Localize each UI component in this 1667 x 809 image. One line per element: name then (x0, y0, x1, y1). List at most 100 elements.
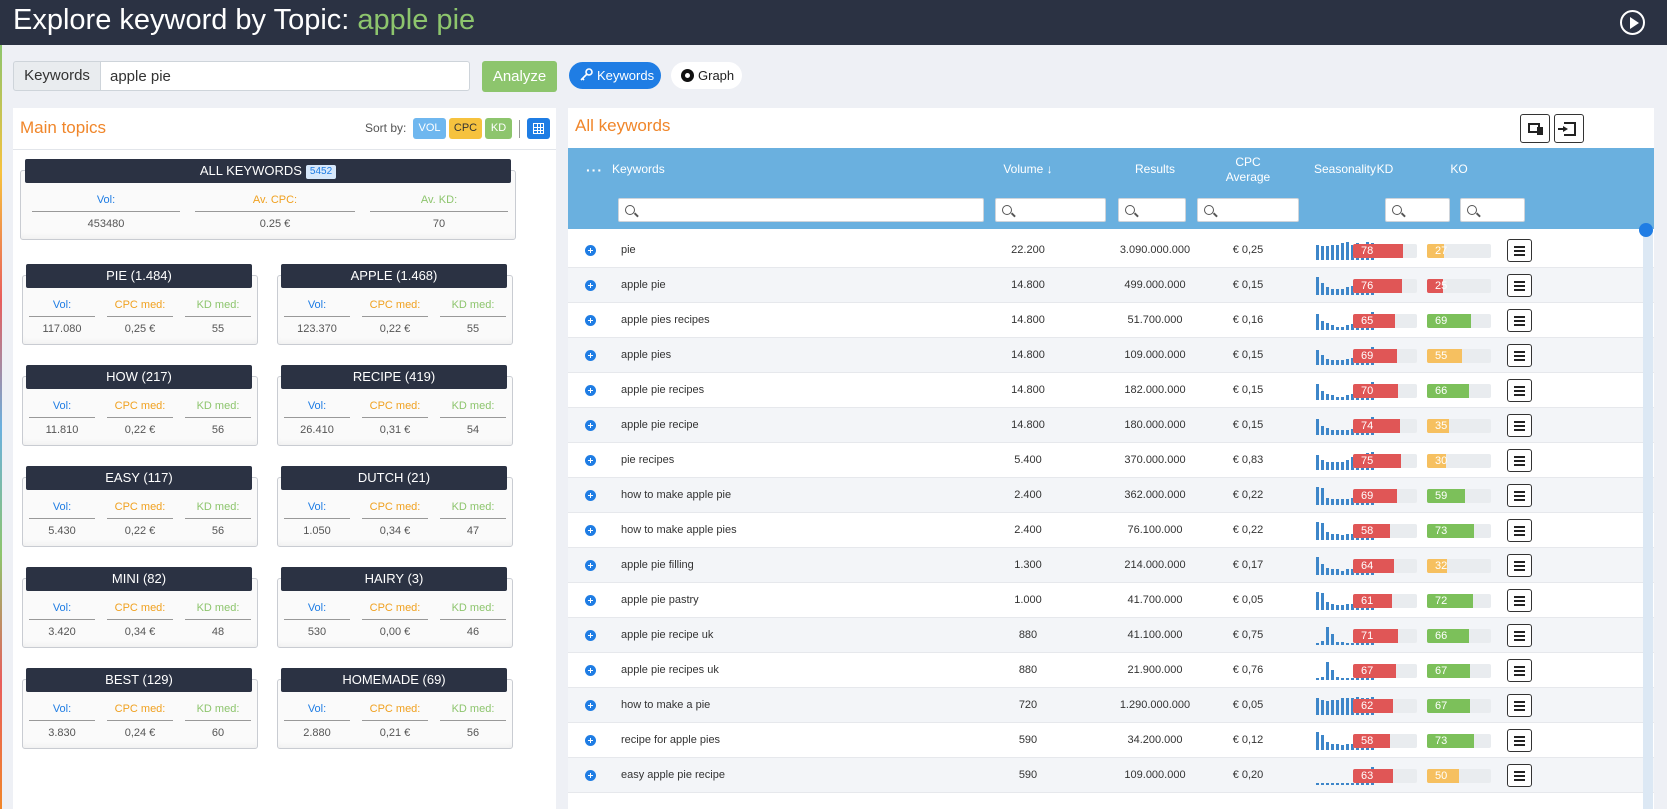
table-row[interactable]: pie recipes 5.400 370.000.000 € 0,83 75 30 (568, 443, 1654, 478)
expand-row-icon[interactable] (585, 385, 596, 396)
keywords-input[interactable] (100, 61, 470, 91)
table-row[interactable]: how to make apple pie 2.400 362.000.000 € 0… (568, 478, 1654, 513)
ko-filter-input[interactable] (1460, 198, 1525, 222)
row-menu-button[interactable] (1507, 344, 1532, 367)
expand-row-icon[interactable] (585, 560, 596, 571)
row-menu-button[interactable] (1507, 519, 1532, 542)
row-menu-button[interactable] (1507, 729, 1532, 752)
topic-card[interactable]: RECIPE (419) Vol: 26.410 CPC med: 0,31 € KD m… (277, 365, 513, 446)
graph-view-toggle[interactable]: Graph (671, 62, 742, 89)
sort-kd-button[interactable]: KD (485, 118, 512, 139)
keyword-cell[interactable]: apple pie recipe uk (621, 629, 713, 641)
expand-row-icon[interactable] (585, 595, 596, 606)
keyword-cell[interactable]: apple pies recipes (621, 314, 710, 326)
expand-row-icon[interactable] (585, 315, 596, 326)
column-results[interactable]: Results (1110, 162, 1200, 176)
table-scrollbar-thumb[interactable] (1639, 223, 1653, 237)
row-menu-button[interactable] (1507, 589, 1532, 612)
results-filter-input[interactable] (1118, 198, 1186, 222)
table-scrollbar[interactable] (1643, 228, 1653, 809)
row-menu-button[interactable] (1507, 379, 1532, 402)
expand-row-icon[interactable] (585, 245, 596, 256)
column-cpc-average[interactable]: CPC Average (1208, 155, 1288, 185)
topic-card[interactable]: APPLE (1.468) Vol: 123.370 CPC med: 0,22 € KD… (277, 264, 513, 345)
table-row[interactable]: apple pie filling 1.300 214.000.000 € 0,17 6… (568, 548, 1654, 583)
table-row[interactable]: apple pies 14.800 109.000.000 € 0,15 69 55 (568, 338, 1654, 373)
table-row[interactable]: apple pies recipes 14.800 51.700.000 € 0,16… (568, 303, 1654, 338)
sort-cpc-button[interactable]: CPC (449, 118, 482, 139)
all-keywords-card[interactable]: ALL KEYWORDS 5452 Vol: 453480 Av. CPC: 0.25… (20, 159, 516, 240)
row-menu-button[interactable] (1507, 414, 1532, 437)
play-icon[interactable] (1620, 10, 1645, 35)
expand-row-icon[interactable] (585, 665, 596, 676)
column-volume[interactable]: Volume ↓ (988, 162, 1068, 176)
topic-card[interactable]: BEST (129) Vol: 3.830 CPC med: 0,24 € KD med:… (22, 668, 258, 749)
export-button[interactable] (1554, 114, 1584, 143)
expand-row-icon[interactable] (585, 350, 596, 361)
table-row[interactable]: how to make apple pies 2.400 76.100.000 € 0… (568, 513, 1654, 548)
table-row[interactable]: apple pie recipes 14.800 182.000.000 € 0,15… (568, 373, 1654, 408)
topic-card[interactable]: HOW (217) Vol: 11.810 CPC med: 0,22 € KD med:… (22, 365, 258, 446)
expand-row-icon[interactable] (585, 630, 596, 641)
expand-row-icon[interactable] (585, 770, 596, 781)
keyword-cell[interactable]: pie recipes (621, 454, 674, 466)
topic-card[interactable]: HOMEMADE (69) Vol: 2.880 CPC med: 0,21 € KD m… (277, 668, 513, 749)
keyword-cell[interactable]: pie (621, 244, 636, 256)
expand-row-icon[interactable] (585, 735, 596, 746)
column-toggle-button[interactable] (1520, 114, 1550, 143)
table-row[interactable]: apple pie 14.800 499.000.000 € 0,15 76 25 (568, 268, 1654, 303)
expand-row-icon[interactable] (585, 420, 596, 431)
grid-view-button[interactable] (527, 118, 550, 139)
keyword-cell[interactable]: apple pie (621, 279, 666, 291)
topic-card[interactable]: HAIRY (3) Vol: 530 CPC med: 0,00 € KD med: 46 (277, 567, 513, 648)
table-row[interactable]: recipe for apple pies 590 34.200.000 € 0,12… (568, 723, 1654, 758)
topic-card[interactable]: MINI (82) Vol: 3.420 CPC med: 0,34 € KD med: 4… (22, 567, 258, 648)
keyword-cell[interactable]: how to make a pie (621, 699, 710, 711)
table-row[interactable]: easy apple pie recipe 590 109.000.000 € 0,2… (568, 758, 1654, 793)
volume-filter-input[interactable] (995, 198, 1106, 222)
topic-card[interactable]: DUTCH (21) Vol: 1.050 CPC med: 0,34 € KD med:… (277, 466, 513, 547)
keyword-cell[interactable]: apple pie filling (621, 559, 694, 571)
keyword-cell[interactable]: how to make apple pie (621, 489, 731, 501)
sort-vol-button[interactable]: VOL (413, 118, 446, 139)
keyword-cell[interactable]: apple pie recipes uk (621, 664, 719, 676)
keyword-cell[interactable]: apple pie pastry (621, 594, 699, 606)
analyze-button[interactable]: Analyze (482, 61, 557, 92)
keywords-filter-input[interactable] (618, 198, 984, 222)
keywords-view-toggle[interactable]: Keywords (569, 62, 661, 89)
table-row[interactable]: apple pie recipes uk 880 21.900.000 € 0,76 6… (568, 653, 1654, 688)
topic-card[interactable]: EASY (117) Vol: 5.430 CPC med: 0,22 € KD med:… (22, 466, 258, 547)
expand-row-icon[interactable] (585, 700, 596, 711)
row-menu-button[interactable] (1507, 309, 1532, 332)
expand-row-icon[interactable] (585, 525, 596, 536)
table-row[interactable]: apple pie recipe uk 880 41.100.000 € 0,75 71… (568, 618, 1654, 653)
table-row[interactable]: apple pie recipe 14.800 180.000.000 € 0,15 7… (568, 408, 1654, 443)
row-menu-button[interactable] (1507, 659, 1532, 682)
keyword-cell[interactable]: recipe for apple pies (621, 734, 720, 746)
table-row[interactable]: pie 22.200 3.090.000.000 € 0,25 78 27 (568, 233, 1654, 268)
table-row[interactable]: apple pie pastry 1.000 41.700.000 € 0,05 61 7… (568, 583, 1654, 618)
expand-row-icon[interactable] (585, 455, 596, 466)
expand-row-icon[interactable] (585, 490, 596, 501)
keyword-cell[interactable]: easy apple pie recipe (621, 769, 725, 781)
row-menu-button[interactable] (1507, 694, 1532, 717)
expand-row-icon[interactable] (585, 280, 596, 291)
column-options-icon[interactable]: ··· (586, 162, 603, 178)
row-menu-button[interactable] (1507, 239, 1532, 262)
row-menu-button[interactable] (1507, 554, 1532, 577)
column-ko[interactable]: KO (1427, 162, 1491, 176)
table-row[interactable]: how to make a pie 720 1.290.000.000 € 0,05 6… (568, 688, 1654, 723)
cpc-filter-input[interactable] (1197, 198, 1299, 222)
row-menu-button[interactable] (1507, 449, 1532, 472)
row-menu-button[interactable] (1507, 274, 1532, 297)
row-menu-button[interactable] (1507, 764, 1532, 787)
keyword-cell[interactable]: how to make apple pies (621, 524, 737, 536)
keyword-cell[interactable]: apple pie recipe (621, 419, 699, 431)
row-menu-button[interactable] (1507, 484, 1532, 507)
row-menu-button[interactable] (1507, 624, 1532, 647)
column-kd[interactable]: KD (1353, 162, 1417, 176)
keyword-cell[interactable]: apple pie recipes (621, 384, 704, 396)
column-keywords[interactable]: Keywords (612, 162, 665, 176)
kd-filter-input[interactable] (1385, 198, 1450, 222)
topic-card[interactable]: PIE (1.484) Vol: 117.080 CPC med: 0,25 € KD m… (22, 264, 258, 345)
